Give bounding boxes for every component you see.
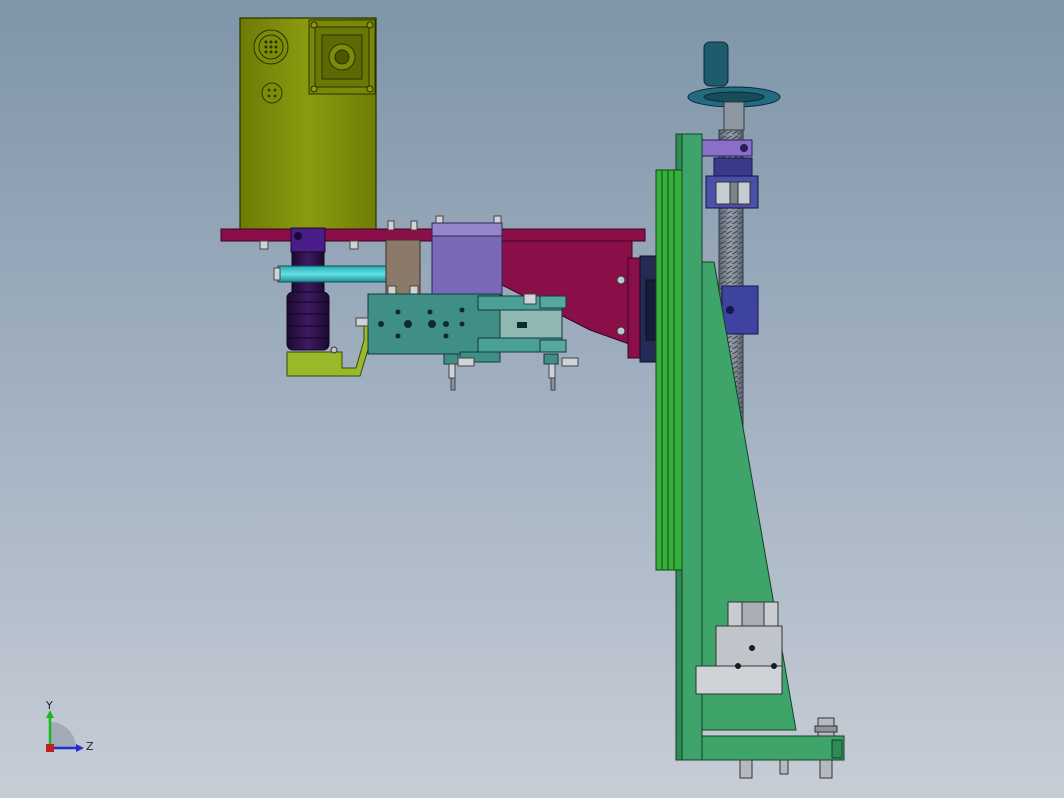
cad-viewport[interactable]: Y Z [0,0,1064,798]
assembly-model[interactable] [0,0,1064,798]
clamp-collar [290,227,326,253]
screw-collar [701,139,759,209]
axis-y-label: Y [46,699,53,712]
rod-end-cap [273,267,281,281]
screw-nut [721,285,759,335]
handwheel[interactable] [687,41,781,131]
slide-cylinder[interactable] [367,293,567,363]
coordinate-triad-icon [46,710,84,752]
spacer-block [385,239,421,297]
axis-z-label: Z [86,740,94,753]
lavender-block[interactable] [431,222,503,296]
guide-rod [277,265,387,283]
handwheel-icon[interactable] [703,41,729,87]
small-connector [261,82,283,104]
round-connector [253,29,289,65]
motor-box[interactable] [239,17,377,231]
square-flange [308,19,376,95]
